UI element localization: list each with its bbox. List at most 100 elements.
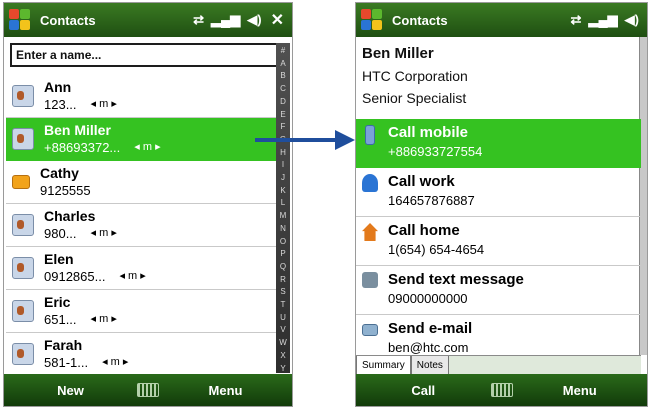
contact-number: 651... <box>44 312 77 327</box>
alphabet-index-bar[interactable]: #ABCDEFGHIJKLMNOPQRSTUVWXYZ <box>276 43 290 385</box>
contact-name: Farah <box>44 337 83 353</box>
title-bar: Contacts ⇄ ▂▄▆ ◀) ✕ <box>4 3 292 37</box>
keyboard-icon[interactable] <box>490 383 513 397</box>
keyboard-icon[interactable] <box>137 383 159 397</box>
menu-softkey[interactable]: Menu <box>159 383 292 398</box>
title-bar: Contacts ⇄ ▂▄▆ ◀) <box>356 3 647 37</box>
alphabet-index-letter[interactable]: Q <box>276 261 290 274</box>
alphabet-index-letter[interactable]: A <box>276 58 290 71</box>
new-softkey[interactable]: New <box>4 383 137 398</box>
signal-strength-icon[interactable]: ▂▄▆ <box>588 12 617 28</box>
alphabet-index-letter[interactable]: L <box>276 197 290 210</box>
text-message-icon <box>362 272 378 288</box>
contact-action-item[interactable]: Call home 1(654) 654-4654 <box>356 217 641 266</box>
contact-card-icon <box>12 300 34 322</box>
contact-header: Ben Miller HTC Corporation Senior Specia… <box>362 43 468 109</box>
contact-summary-screen: Contacts ⇄ ▂▄▆ ◀) Ben Miller HTC Corpora… <box>355 2 648 407</box>
contact-list: Ann 123... ◂ m ▸ Ben Miller +88693372... ◂ m … <box>6 75 276 376</box>
alphabet-index-letter[interactable]: B <box>276 70 290 83</box>
connectivity-icon[interactable]: ⇄ <box>571 12 582 28</box>
contact-list-item[interactable]: Cathy 9125555 <box>6 161 276 204</box>
alphabet-index-letter[interactable]: V <box>276 324 290 337</box>
alphabet-index-letter[interactable]: E <box>276 109 290 122</box>
contact-list-item[interactable]: Ben Miller +88693372... ◂ m ▸ <box>6 118 276 161</box>
alphabet-index-letter[interactable]: R <box>276 274 290 287</box>
contact-action-list: Call mobile +886933727554 Call work 1646578… <box>356 119 641 364</box>
contact-name: Eric <box>44 294 71 310</box>
number-type-indicator: ◂ m ▸ <box>90 98 117 110</box>
contact-list-item[interactable]: Farah 581-1... ◂ m ▸ <box>6 333 276 376</box>
contact-card-icon <box>12 85 34 107</box>
softkey-bar: Call Menu <box>356 374 647 406</box>
transition-arrow-icon <box>255 130 355 150</box>
action-label: Send e-mail <box>388 320 473 337</box>
contact-name: Cathy <box>40 165 79 181</box>
sim-contact-icon <box>12 175 30 189</box>
softkey-bar: New Menu <box>4 374 292 406</box>
action-value: +886933727554 <box>388 144 483 159</box>
start-menu-icon[interactable] <box>8 8 32 32</box>
contacts-list-screen: Contacts ⇄ ▂▄▆ ◀) ✕ Enter a name... # A B C… <box>3 2 293 407</box>
call-softkey[interactable]: Call <box>356 383 491 398</box>
action-value: 1(654) 654-4654 <box>388 242 485 257</box>
alphabet-index-letter[interactable]: O <box>276 236 290 249</box>
alphabet-index-letter[interactable]: C <box>276 83 290 96</box>
contact-list-item[interactable]: Eric 651... ◂ m ▸ <box>6 290 276 333</box>
tab-notes[interactable]: Notes <box>410 356 449 376</box>
contact-number: 980... <box>44 226 77 241</box>
contact-number: 0912865... <box>44 269 106 284</box>
connectivity-icon[interactable]: ⇄ <box>193 12 204 28</box>
signal-strength-icon[interactable]: ▂▄▆ <box>211 12 240 28</box>
home-icon <box>362 223 378 241</box>
close-icon[interactable]: ✕ <box>271 10 284 30</box>
contact-list-item[interactable]: Charles 980... ◂ m ▸ <box>6 204 276 247</box>
action-label: Send text message <box>388 271 524 288</box>
alphabet-index-letter[interactable]: K <box>276 185 290 198</box>
contact-name: Elen <box>44 251 74 267</box>
contact-action-item[interactable]: Call work 164657876887 <box>356 168 641 217</box>
contact-list-item[interactable]: Ann 123... ◂ m ▸ <box>6 75 276 118</box>
contact-card-icon <box>12 343 34 365</box>
search-input[interactable]: Enter a name... <box>10 43 284 67</box>
contact-number: 123... <box>44 97 77 112</box>
contact-name: Ben Miller <box>362 45 434 62</box>
number-type-indicator: ◂ m ▸ <box>119 270 146 282</box>
contact-number: 581-1... <box>44 355 89 370</box>
contact-card-icon <box>12 214 34 236</box>
number-type-indicator: ◂ m ▸ <box>102 356 129 368</box>
contact-action-item[interactable]: Call mobile +886933727554 <box>356 119 641 168</box>
volume-icon[interactable]: ◀) <box>625 12 639 28</box>
email-icon <box>362 324 378 336</box>
alphabet-index-letter[interactable]: S <box>276 286 290 299</box>
number-type-indicator: ◂ m ▸ <box>90 227 117 239</box>
alphabet-index-letter[interactable]: X <box>276 350 290 363</box>
alphabet-index-letter[interactable]: M <box>276 210 290 223</box>
contact-list-item[interactable]: Elen 0912865... ◂ m ▸ <box>6 247 276 290</box>
action-value: 09000000000 <box>388 291 468 306</box>
alphabet-index-letter[interactable]: U <box>276 312 290 325</box>
alphabet-index-letter[interactable]: N <box>276 223 290 236</box>
number-type-indicator: ◂ m ▸ <box>90 313 117 325</box>
contact-card-icon <box>12 128 34 150</box>
tab-summary[interactable]: Summary <box>356 356 411 376</box>
alphabet-index-letter[interactable]: D <box>276 96 290 109</box>
contact-company: HTC Corporation <box>362 68 468 84</box>
volume-icon[interactable]: ◀) <box>247 12 261 28</box>
number-type-indicator: ◂ m ▸ <box>134 141 161 153</box>
contact-name: Ann <box>44 79 72 95</box>
contact-action-item[interactable]: Send text message 09000000000 <box>356 266 641 315</box>
alphabet-index-letter[interactable]: T <box>276 299 290 312</box>
alphabet-index-letter[interactable]: P <box>276 248 290 261</box>
alphabet-index-letter[interactable]: W <box>276 337 290 350</box>
alphabet-index-letter[interactable]: I <box>276 159 290 172</box>
alphabet-index-letter[interactable]: # <box>276 45 290 58</box>
action-label: Call mobile <box>388 124 469 141</box>
menu-softkey[interactable]: Menu <box>513 383 648 398</box>
action-value: 164657876887 <box>388 193 475 208</box>
start-menu-icon[interactable] <box>360 8 384 32</box>
work-phone-icon <box>362 174 378 192</box>
action-label: Call home <box>388 222 460 239</box>
mobile-phone-icon <box>365 125 375 145</box>
alphabet-index-letter[interactable]: J <box>276 172 290 185</box>
contact-name: Ben Miller <box>44 122 111 138</box>
